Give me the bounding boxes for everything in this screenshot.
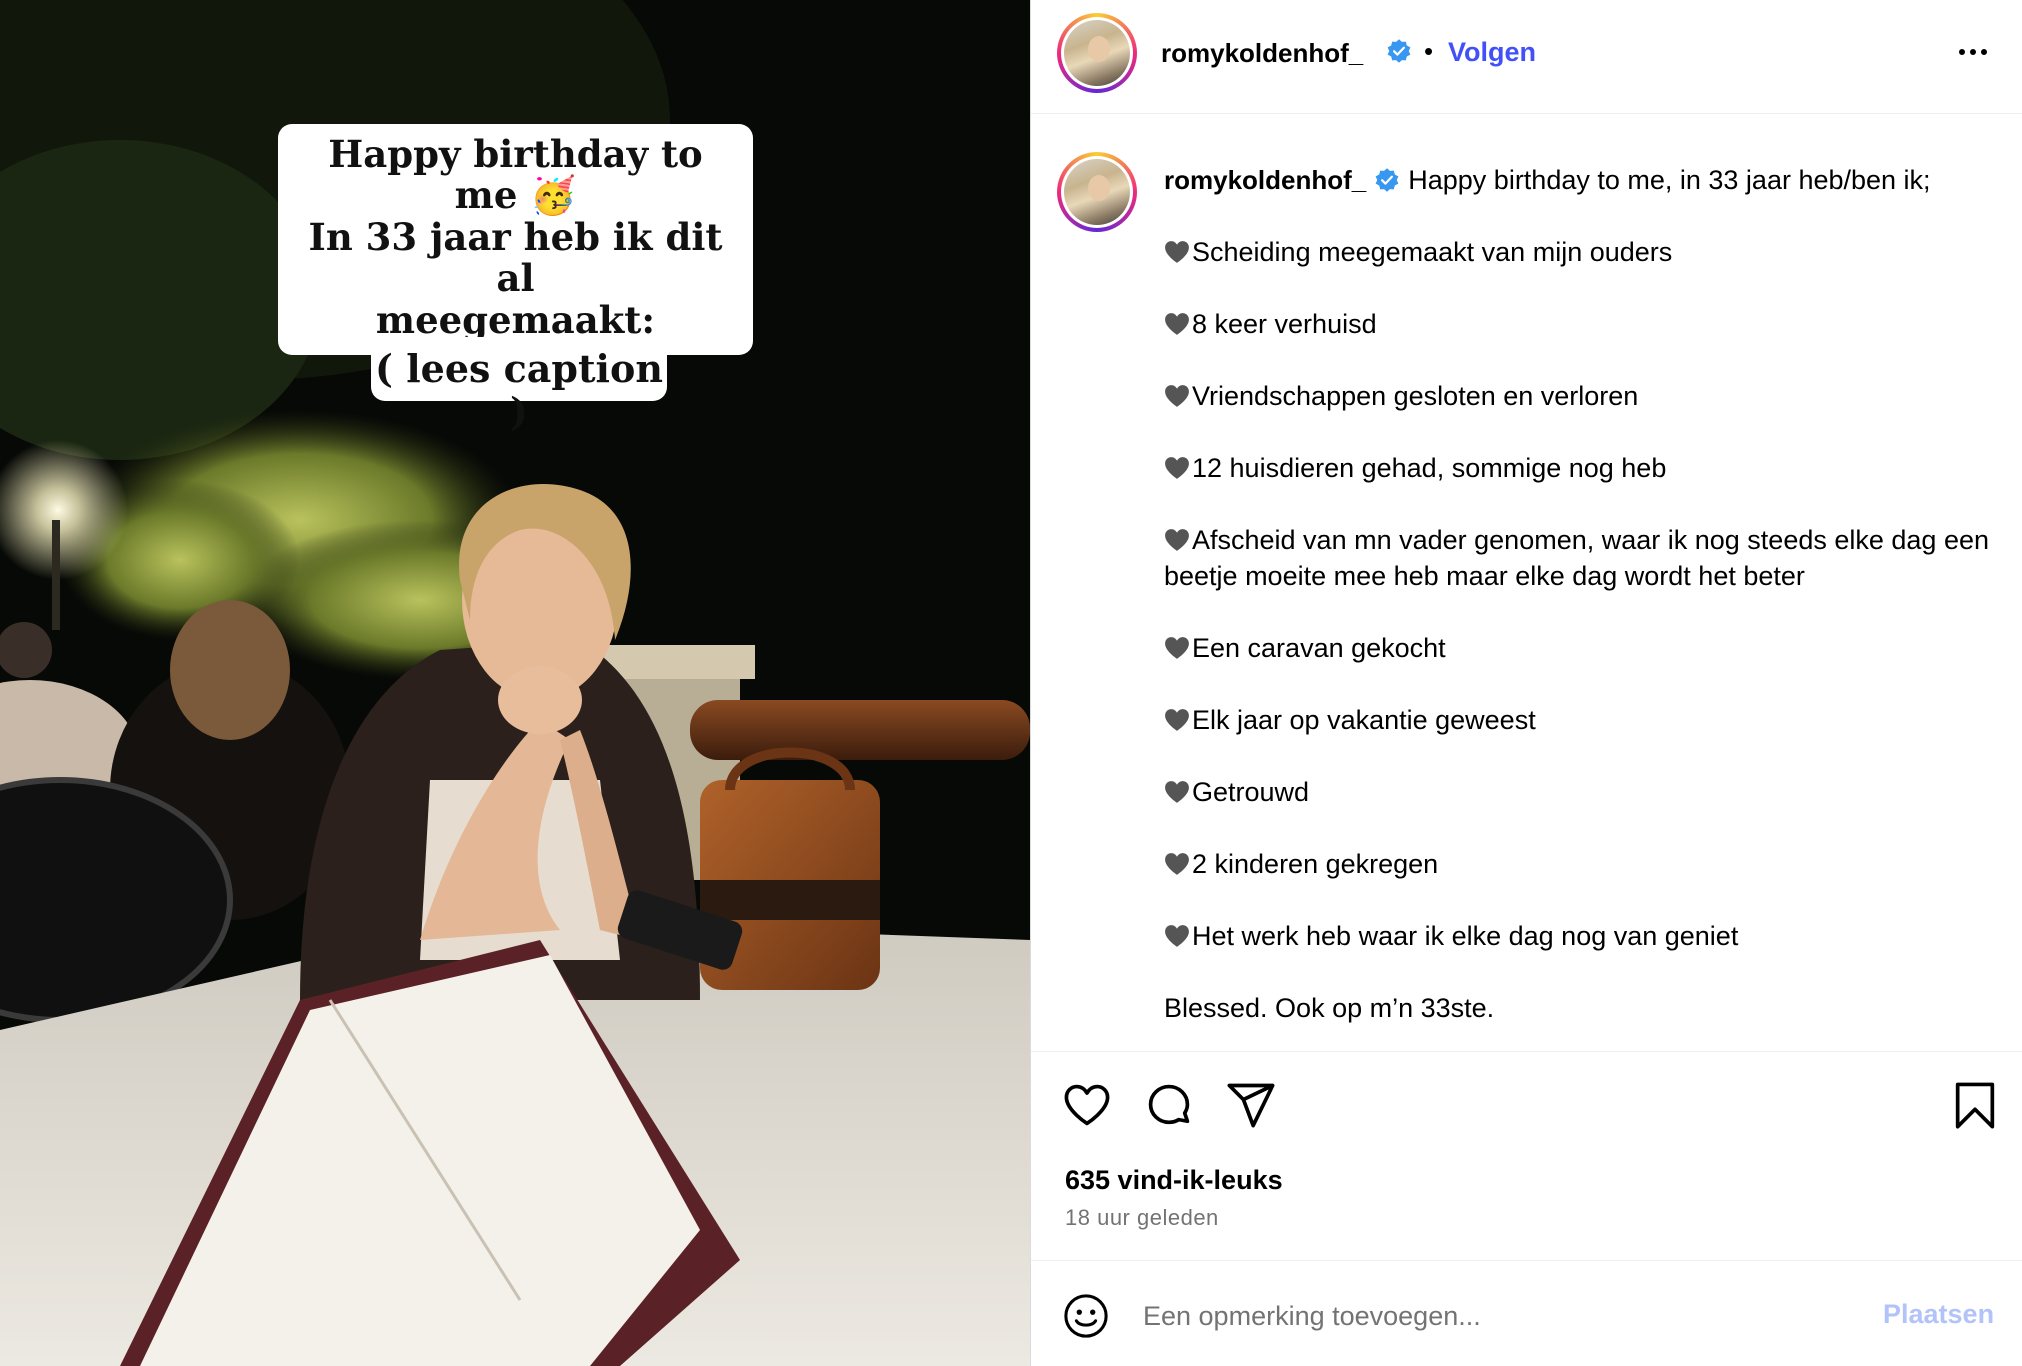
caption-text: romykoldenhof_ Happy birthday to me, in … bbox=[1164, 162, 1994, 1062]
caption-list-item-text: Het werk heb waar ik elke dag nog van ge… bbox=[1192, 921, 1739, 951]
more-options-icon[interactable] bbox=[1951, 30, 1995, 74]
like-heart-icon[interactable] bbox=[1061, 1079, 1113, 1131]
caption-list: Scheiding meegemaakt van mijn ouders 8 ke… bbox=[1164, 234, 1994, 954]
caption-list-item: Getrouwd bbox=[1164, 774, 1994, 810]
emoji-icon[interactable] bbox=[1063, 1293, 1109, 1339]
caption-head-line: romykoldenhof_ Happy birthday to me, in … bbox=[1164, 162, 1994, 198]
caption-list-item: Het werk heb waar ik elke dag nog van ge… bbox=[1164, 918, 1994, 954]
story-text-sticker: Happy birthday to me 🥳 In 33 jaar heb ik… bbox=[278, 124, 753, 356]
caption-list-item-text: Afscheid van mn vader genomen, waar ik n… bbox=[1164, 525, 1989, 591]
caption-list-item-text: Een caravan gekocht bbox=[1192, 633, 1446, 663]
header-separator: • bbox=[1424, 36, 1434, 66]
grey-heart-emoji bbox=[1165, 313, 1189, 335]
caption-outro: Blessed. Ook op m’n 33ste. bbox=[1164, 993, 1495, 1023]
caption-list-item: Afscheid van mn vader genomen, waar ik n… bbox=[1164, 522, 1994, 594]
post-comment-button[interactable]: Plaatsen bbox=[1883, 1299, 1994, 1330]
grey-heart-emoji bbox=[1165, 781, 1189, 803]
grey-heart-emoji bbox=[1165, 925, 1189, 947]
caption-list-item: 2 kinderen gekregen bbox=[1164, 846, 1994, 882]
caption-list-item-text: Elk jaar op vakantie geweest bbox=[1192, 705, 1536, 735]
verified-badge-icon bbox=[1375, 168, 1399, 192]
read-caption-sticker: ( lees caption ) bbox=[371, 337, 667, 432]
caption-list-item-text: Scheiding meegemaakt van mijn ouders bbox=[1192, 237, 1673, 267]
caption-list-item: Elk jaar op vakantie geweest bbox=[1164, 702, 1994, 738]
post-photo[interactable]: Happy birthday to me 🥳 In 33 jaar heb ik… bbox=[0, 0, 1030, 1366]
post-header: romykoldenhof_ • Volgen bbox=[1031, 0, 2022, 114]
caption-username[interactable]: romykoldenhof_ bbox=[1164, 165, 1366, 195]
caption-list-item-text: 2 kinderen gekregen bbox=[1192, 849, 1439, 879]
grey-heart-emoji bbox=[1165, 709, 1189, 731]
grey-heart-emoji bbox=[1165, 385, 1189, 407]
save-bookmark-icon[interactable] bbox=[1949, 1079, 2001, 1131]
verified-badge-icon bbox=[1387, 39, 1411, 63]
caption-list-item: 8 keer verhuisd bbox=[1164, 306, 1994, 342]
author-avatar[interactable] bbox=[1057, 13, 1137, 93]
caption-author-avatar[interactable] bbox=[1057, 152, 1137, 232]
likes-count[interactable]: 635 vind-ik-leuks bbox=[1065, 1165, 1283, 1196]
caption-list-item-text: 12 huisdieren gehad, sommige nog heb bbox=[1192, 453, 1667, 483]
comment-input[interactable] bbox=[1143, 1291, 1823, 1341]
grey-heart-emoji bbox=[1165, 241, 1189, 263]
caption-list-item-text: Getrouwd bbox=[1192, 777, 1310, 807]
author-username[interactable]: romykoldenhof_ bbox=[1161, 38, 1363, 69]
grey-heart-emoji bbox=[1165, 637, 1189, 659]
comment-icon[interactable] bbox=[1143, 1079, 1195, 1131]
sticker-line: Happy birthday to me 🥳 bbox=[328, 132, 703, 218]
comment-bar: Plaatsen bbox=[1031, 1260, 2022, 1366]
sticker-line: In 33 jaar heb ik dit al bbox=[308, 214, 723, 301]
grey-heart-emoji bbox=[1165, 457, 1189, 479]
sticker-line: meegemaakt: bbox=[375, 297, 656, 342]
grey-heart-emoji bbox=[1165, 529, 1189, 551]
caption-list-item: Vriendschappen gesloten en verloren bbox=[1164, 378, 1994, 414]
grey-heart-emoji bbox=[1165, 853, 1189, 875]
post-details-panel: romykoldenhof_ • Volgen romykoldenhof_ H… bbox=[1030, 0, 2022, 1366]
share-icon[interactable] bbox=[1225, 1079, 1277, 1131]
caption-list-item: Een caravan gekocht bbox=[1164, 630, 1994, 666]
caption-list-item-text: Vriendschappen gesloten en verloren bbox=[1192, 381, 1639, 411]
post-timestamp[interactable]: 18 uur geleden bbox=[1065, 1205, 1219, 1231]
caption-intro: Happy birthday to me, in 33 jaar heb/ben… bbox=[1408, 165, 1931, 195]
caption-list-item-text: 8 keer verhuisd bbox=[1192, 309, 1377, 339]
caption-list-item: 12 huisdieren gehad, sommige nog heb bbox=[1164, 450, 1994, 486]
caption-list-item: Scheiding meegemaakt van mijn ouders bbox=[1164, 234, 1994, 270]
caption-section: romykoldenhof_ Happy birthday to me, in … bbox=[1031, 114, 2022, 1051]
follow-button[interactable]: Volgen bbox=[1448, 37, 1536, 68]
